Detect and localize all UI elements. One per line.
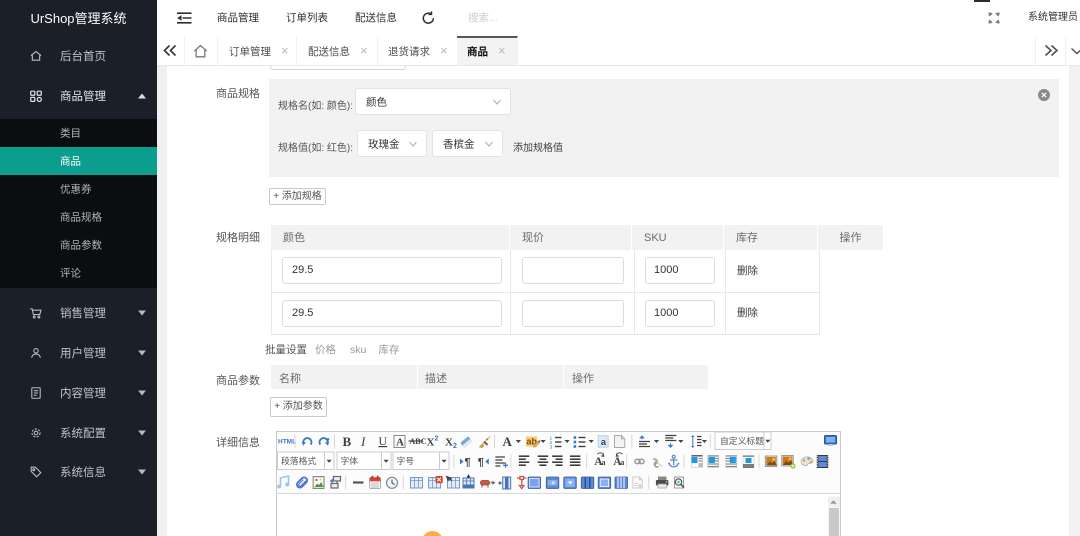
svg-text:A: A [502, 434, 512, 449]
svg-text:I: I [360, 434, 366, 449]
svg-text:a: a [600, 437, 606, 448]
svg-text:2: 2 [453, 443, 457, 450]
svg-text:字体: 字体 [340, 455, 358, 466]
svg-text:U: U [378, 434, 387, 448]
svg-text:B: B [342, 434, 351, 449]
svg-text:2: 2 [434, 435, 438, 442]
svg-text:X: X [426, 436, 434, 448]
svg-text:A: A [396, 436, 404, 448]
svg-text:a: a [601, 458, 605, 467]
svg-text:¶: ¶ [477, 457, 483, 469]
svg-text:HTML: HTML [278, 438, 296, 445]
svg-text:a: a [620, 458, 624, 467]
svg-text:自定义标题: 自定义标题 [720, 435, 764, 446]
svg-text:X: X [445, 436, 453, 448]
svg-text:3: 3 [549, 444, 552, 450]
svg-text:字号: 字号 [396, 455, 414, 466]
svg-text:¶: ¶ [464, 457, 470, 469]
svg-text:段落格式: 段落格式 [281, 455, 316, 466]
